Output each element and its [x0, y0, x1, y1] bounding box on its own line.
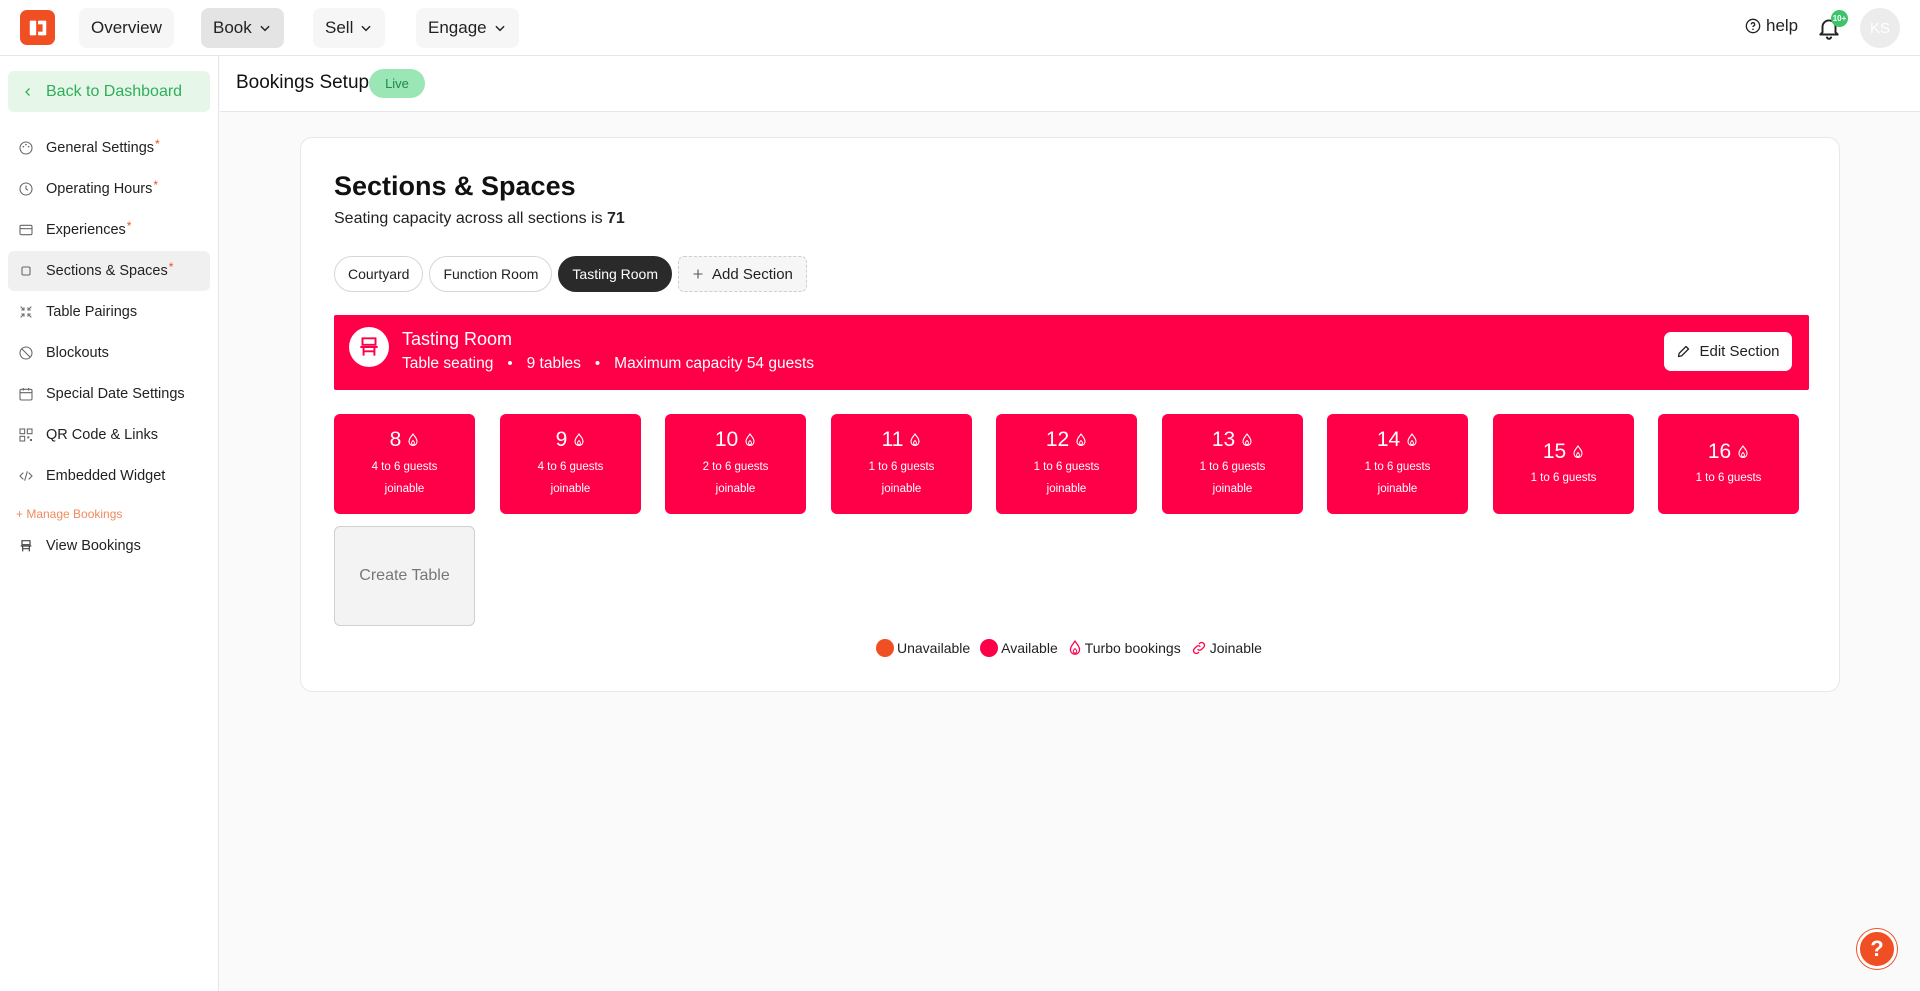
- flame-icon: [1242, 433, 1252, 447]
- sidebar-item-experiences[interactable]: Experiences*: [8, 210, 210, 250]
- edit-section-button[interactable]: Edit Section: [1664, 332, 1792, 371]
- sidebar-item-operating-hours[interactable]: Operating Hours*: [8, 169, 210, 209]
- qr-code-icon: [19, 428, 33, 442]
- notification-badge: 10+: [1831, 10, 1848, 27]
- brand-logo-icon[interactable]: [20, 10, 55, 45]
- table-tile[interactable]: 9 4 to 6 guests joinable: [500, 414, 641, 514]
- sidebar-item-general-settings[interactable]: General Settings*: [8, 128, 210, 168]
- chevron-down-icon: [361, 25, 371, 32]
- table-tile[interactable]: 16 1 to 6 guests: [1658, 414, 1799, 514]
- sidebar-item-view-bookings[interactable]: View Bookings: [8, 526, 210, 566]
- manage-bookings-heading: + Manage Bookings: [16, 507, 123, 521]
- nav-sell[interactable]: Sell: [313, 8, 386, 48]
- tab-function-room[interactable]: Function Room: [429, 256, 553, 292]
- flame-icon: [574, 433, 584, 447]
- legend-available: Available: [980, 639, 1058, 657]
- table-tile[interactable]: 11 1 to 6 guests joinable: [831, 414, 972, 514]
- help-fab-button[interactable]: ?: [1857, 929, 1897, 969]
- plus-icon: [693, 269, 703, 279]
- section-title: Sections & Spaces: [334, 171, 576, 201]
- flame-icon: [1738, 445, 1748, 459]
- sidebar: Back to Dashboard General Settings* Oper…: [0, 56, 219, 991]
- capacity-summary: Seating capacity across all sections is …: [334, 210, 625, 227]
- flame-icon: [745, 433, 755, 447]
- available-swatch: [980, 639, 999, 657]
- section-banner: Tasting Room Table seating • 9 tables • …: [334, 315, 1809, 390]
- chevron-down-icon: [495, 25, 505, 32]
- chair-icon: [349, 327, 389, 367]
- nav-overview[interactable]: Overview: [79, 8, 174, 48]
- table-tile[interactable]: 15 1 to 6 guests: [1493, 414, 1634, 514]
- link-icon: [1192, 641, 1205, 655]
- chevron-left-icon: [25, 87, 30, 96]
- legend-turbo: Turbo bookings: [1068, 640, 1181, 656]
- nav-book[interactable]: Book: [201, 8, 284, 48]
- top-navigation: Overview Book Sell Engage help 10+ KS: [0, 0, 1920, 56]
- flame-icon: [1407, 433, 1417, 447]
- tab-courtyard[interactable]: Courtyard: [334, 256, 424, 292]
- sidebar-item-sections-spaces[interactable]: Sections & Spaces*: [8, 251, 210, 291]
- table-tile[interactable]: 12 1 to 6 guests joinable: [996, 414, 1137, 514]
- legend-unavailable: Unavailable: [876, 639, 970, 657]
- flame-icon: [910, 433, 920, 447]
- page-title: Bookings Setup: [236, 72, 370, 93]
- sections-card: Sections & Spaces Seating capacity acros…: [300, 137, 1840, 692]
- create-table-button[interactable]: Create Table: [334, 526, 475, 626]
- section-name: Tasting Room: [402, 329, 513, 349]
- add-section-button[interactable]: Add Section: [678, 256, 807, 292]
- legend-joinable: Joinable: [1191, 640, 1262, 656]
- arrows-collapse-icon: [20, 306, 32, 318]
- table-tile[interactable]: 13 1 to 6 guests joinable: [1162, 414, 1303, 514]
- back-to-dashboard-button[interactable]: Back to Dashboard: [8, 71, 210, 112]
- sidebar-item-special-date-settings[interactable]: Special Date Settings: [8, 374, 210, 414]
- clock-icon: [19, 182, 33, 196]
- table-tile[interactable]: 10 2 to 6 guests joinable: [665, 414, 806, 514]
- ban-icon: [19, 346, 33, 360]
- tab-tasting-room[interactable]: Tasting Room: [558, 256, 672, 292]
- unavailable-swatch: [876, 639, 894, 657]
- page-header: Bookings Setup Live: [220, 56, 1920, 112]
- palette-icon: [19, 141, 33, 155]
- avatar[interactable]: KS: [1860, 8, 1900, 48]
- flame-icon: [1069, 640, 1080, 655]
- question-circle-icon: [1745, 18, 1761, 34]
- legend: Unavailable Available Turbo bookings Joi…: [876, 639, 1268, 657]
- code-icon: [19, 471, 33, 481]
- chair-icon: [20, 540, 32, 552]
- card-icon: [19, 224, 33, 236]
- table-tile[interactable]: 14 1 to 6 guests joinable: [1327, 414, 1468, 514]
- flame-icon: [408, 433, 418, 447]
- section-tabs: Courtyard Function Room Tasting Room Add…: [334, 256, 807, 292]
- calendar-icon: [19, 388, 33, 401]
- pencil-icon: [1678, 345, 1690, 358]
- sidebar-item-qr-code-links[interactable]: QR Code & Links: [8, 415, 210, 455]
- square-icon: [21, 266, 31, 276]
- sidebar-item-embedded-widget[interactable]: Embedded Widget: [8, 456, 210, 496]
- sidebar-item-blockouts[interactable]: Blockouts: [8, 333, 210, 373]
- help-link[interactable]: help: [1745, 16, 1798, 36]
- sidebar-item-table-pairings[interactable]: Table Pairings: [8, 292, 210, 332]
- nav-engage[interactable]: Engage: [416, 8, 519, 48]
- status-badge: Live: [369, 69, 425, 98]
- section-meta: Table seating • 9 tables • Maximum capac…: [402, 355, 815, 372]
- table-tile[interactable]: 8 4 to 6 guests joinable: [334, 414, 475, 514]
- flame-icon: [1573, 445, 1583, 459]
- flame-icon: [1076, 433, 1086, 447]
- chevron-down-icon: [260, 25, 270, 32]
